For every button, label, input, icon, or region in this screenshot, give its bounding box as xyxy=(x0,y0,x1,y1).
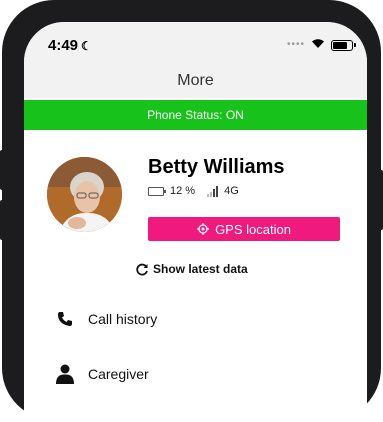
battery-icon xyxy=(331,40,356,51)
show-latest-data-button[interactable]: Show latest data xyxy=(136,262,248,276)
moon-icon: ☾ xyxy=(81,39,92,53)
time-text: 4:49 xyxy=(48,37,79,54)
profile-name: Betty Williams xyxy=(148,156,285,178)
side-button xyxy=(0,150,4,190)
screen: 4:49 ☾ •••• More Phone Status: ON Betty … xyxy=(24,22,367,422)
phone-status-banner: Phone Status: ON xyxy=(24,100,367,130)
phone-icon xyxy=(54,308,76,330)
status-bar: 4:49 ☾ •••• xyxy=(24,22,367,68)
signal-bars-icon xyxy=(207,185,219,197)
battery-fill xyxy=(333,42,348,49)
menu-item-label: Caregiver xyxy=(88,366,149,382)
battery-percent: 12 % xyxy=(170,185,196,197)
menu-item-call-history[interactable]: Call history xyxy=(54,308,157,330)
side-button xyxy=(0,200,4,240)
refresh-label: Show latest data xyxy=(153,262,248,276)
signal-dots-icon: •••• xyxy=(286,39,305,50)
refresh-icon xyxy=(136,263,148,275)
avatar[interactable] xyxy=(47,157,122,232)
network-type: 4G xyxy=(224,185,239,197)
person-icon xyxy=(54,363,76,385)
phone-frame: 4:49 ☾ •••• More Phone Status: ON Betty … xyxy=(0,0,383,422)
menu-item-label: Call history xyxy=(88,311,158,327)
page-title: More xyxy=(177,72,214,89)
gps-location-button[interactable]: GPS location xyxy=(148,217,340,241)
battery-icon xyxy=(148,186,166,196)
avatar-photo xyxy=(47,157,122,232)
nav-bar: More xyxy=(24,68,367,98)
target-icon xyxy=(197,223,210,235)
gps-label: GPS location xyxy=(215,221,291,237)
wifi-icon xyxy=(312,39,324,48)
status-time: 4:49 ☾ xyxy=(48,37,92,54)
menu-item-caregiver[interactable]: Caregiver xyxy=(54,363,149,385)
side-button xyxy=(379,170,383,230)
device-stats: 12 % 4G xyxy=(148,185,239,197)
